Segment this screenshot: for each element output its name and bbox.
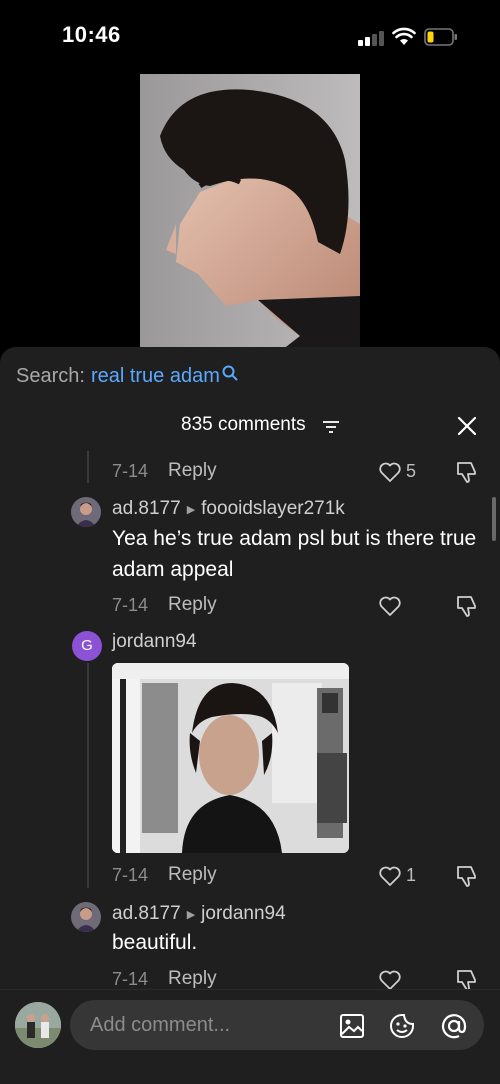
comment-author[interactable]: jordann94	[112, 631, 197, 653]
comment-count: 835 comments	[181, 414, 306, 435]
scrollbar[interactable]	[492, 497, 496, 541]
reply-button[interactable]: Reply	[168, 594, 217, 616]
comment-date: 7-14	[112, 865, 149, 885]
comment-text: Yea he’s true adam psl but is there true…	[112, 527, 477, 581]
search-term[interactable]: real true adam	[91, 365, 220, 388]
search-prefix: Search:	[16, 365, 85, 387]
avatar[interactable]	[71, 497, 101, 527]
comment-meta: 7-14 Reply 1	[112, 863, 482, 891]
reply-button[interactable]: Reply	[168, 460, 217, 482]
comments-header: 835 comments	[0, 411, 500, 441]
comment-author-row: ad.8177 ▶ jordann94	[112, 903, 286, 925]
thread-line	[87, 451, 89, 483]
wifi-icon	[392, 27, 416, 45]
like-count: 5	[406, 461, 417, 481]
like-button[interactable]: 1	[378, 863, 428, 889]
comments-sheet: Search: real true adam 835 comments 7-14…	[0, 347, 500, 1084]
filter-icon[interactable]	[322, 420, 340, 434]
comment-image[interactable]	[112, 663, 349, 853]
comment-date: 7-14	[112, 969, 149, 989]
video-image	[140, 74, 360, 364]
reply-button[interactable]: Reply	[168, 968, 217, 990]
reply-button[interactable]: Reply	[168, 864, 217, 886]
dislike-icon[interactable]	[454, 593, 480, 619]
comment-date: 7-14	[112, 595, 149, 615]
battery-icon	[424, 28, 457, 46]
heart-icon	[379, 970, 401, 990]
comment-author-row: ad.8177 ▶ foooidslayer271k	[112, 498, 345, 520]
my-avatar[interactable]	[15, 1002, 61, 1048]
comment-text: beautiful.	[112, 931, 198, 954]
emoji-icon[interactable]	[388, 1012, 416, 1040]
dislike-icon[interactable]	[454, 863, 480, 889]
like-button[interactable]	[378, 593, 428, 619]
search-icon	[222, 365, 238, 380]
reply-arrow-icon: ▶	[186, 503, 196, 516]
close-icon[interactable]	[456, 415, 478, 437]
comment-author-row: jordann94	[112, 631, 197, 653]
video-preview[interactable]	[140, 74, 360, 364]
signal-icon	[358, 30, 384, 46]
image-icon[interactable]	[338, 1012, 366, 1040]
heart-icon	[379, 462, 401, 482]
heart-icon	[379, 596, 401, 616]
heart-icon	[379, 866, 401, 886]
reply-to-user[interactable]: jordann94	[201, 903, 286, 925]
like-button[interactable]: 5	[378, 459, 428, 485]
comment-input[interactable]	[70, 1000, 484, 1050]
comment-author[interactable]: ad.8177	[112, 903, 181, 925]
comment-input-bar	[0, 989, 500, 1084]
thread-line	[87, 663, 89, 888]
search-suggestion[interactable]: Search: real true adam	[16, 365, 238, 388]
avatar[interactable]	[71, 902, 101, 932]
reply-arrow-icon: ▶	[186, 908, 196, 921]
dislike-icon[interactable]	[454, 459, 480, 485]
comment-date: 7-14	[112, 461, 149, 481]
mention-icon[interactable]	[440, 1012, 468, 1040]
comment-meta: 7-14 Reply 5	[112, 459, 482, 487]
reply-to-user[interactable]: foooidslayer271k	[201, 498, 345, 520]
avatar[interactable]: G	[72, 631, 102, 661]
comment-author[interactable]: ad.8177	[112, 498, 181, 520]
comment-meta: 7-14 Reply	[112, 593, 482, 621]
status-time: 10:46	[62, 22, 121, 47]
status-bar: 10:46	[0, 0, 500, 70]
like-count: 1	[406, 865, 417, 885]
